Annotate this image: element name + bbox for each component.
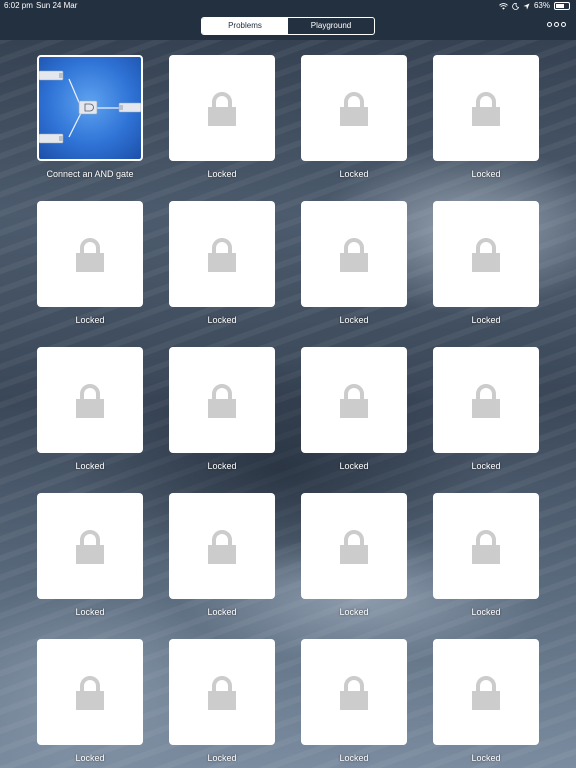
padlock-icon [472,530,500,564]
locked-tile-card[interactable] [301,55,407,161]
locked-tile-card[interactable] [301,201,407,307]
level-label: Locked [75,315,105,325]
locked-tile-card[interactable] [433,55,539,161]
padlock-icon [208,676,236,710]
battery-icon [554,2,570,10]
padlock-icon [76,384,104,418]
padlock-icon [76,530,104,564]
mode-segmented-control: Problems Playground [201,17,375,35]
padlock-icon [76,676,104,710]
padlock-icon [340,676,368,710]
padlock-icon [472,676,500,710]
locked-level-tile[interactable]: Locked [301,55,407,179]
level-label: Locked [339,753,369,763]
padlock-icon [208,384,236,418]
locked-tile-card[interactable] [169,347,275,453]
padlock-icon [208,530,236,564]
level-label: Locked [471,169,501,179]
locked-level-tile[interactable]: Locked [169,347,275,471]
and-gate-circuit-icon [39,70,141,144]
locked-tile-card[interactable] [433,639,539,745]
status-bar: 6:02 pm Sun 24 Mar 63% [0,0,576,12]
locked-level-tile[interactable]: Locked [301,493,407,617]
status-right-group: 63% [499,0,570,12]
locked-level-tile[interactable]: Locked [37,347,143,471]
locked-level-tile[interactable]: Locked [169,201,275,325]
status-date: Sun 24 Mar [36,1,78,10]
padlock-icon [340,92,368,126]
padlock-icon [472,384,500,418]
location-arrow-icon [523,2,530,10]
locked-level-tile[interactable]: Locked [169,55,275,179]
locked-level-tile[interactable]: Locked [433,347,539,471]
locked-tile-card[interactable] [301,347,407,453]
level-label: Locked [471,753,501,763]
locked-tile-card[interactable] [433,347,539,453]
padlock-icon [208,92,236,126]
padlock-icon [76,238,104,272]
locked-tile-card[interactable] [169,55,275,161]
segment-problems[interactable]: Problems [202,18,288,34]
level-label: Locked [471,315,501,325]
padlock-icon [340,238,368,272]
level-label: Locked [207,169,237,179]
level-label: Locked [75,607,105,617]
locked-tile-card[interactable] [169,201,275,307]
wifi-icon [499,2,508,10]
status-time: 6:02 pm [4,1,33,10]
locked-level-tile[interactable]: Locked [169,493,275,617]
navigation-bar: Problems Playground [0,12,576,40]
moon-icon [512,2,519,10]
locked-tile-card[interactable] [433,493,539,599]
level-thumbnail[interactable] [37,55,143,161]
level-label: Locked [207,607,237,617]
level-label: Locked [207,753,237,763]
level-label: Locked [471,461,501,471]
locked-level-tile[interactable]: Locked [433,201,539,325]
level-label: Locked [339,461,369,471]
locked-level-tile[interactable]: Locked [433,493,539,617]
padlock-icon [472,92,500,126]
level-label: Locked [339,607,369,617]
locked-level-tile[interactable]: Locked [37,201,143,325]
locked-tile-card[interactable] [433,201,539,307]
locked-level-tile[interactable]: Locked [433,639,539,763]
level-label: Connect an AND gate [46,169,134,179]
padlock-icon [208,238,236,272]
locked-tile-card[interactable] [37,639,143,745]
level-label: Locked [207,315,237,325]
padlock-icon [472,238,500,272]
locked-tile-card[interactable] [169,639,275,745]
level-label: Locked [471,607,501,617]
battery-percent: 63% [533,1,550,10]
locked-tile-card[interactable] [301,493,407,599]
locked-level-tile[interactable]: Locked [301,201,407,325]
level-label: Locked [207,461,237,471]
locked-level-tile[interactable]: Locked [37,493,143,617]
locked-level-tile[interactable]: Locked [169,639,275,763]
padlock-icon [340,384,368,418]
locked-tile-card[interactable] [169,493,275,599]
level-label: Locked [339,315,369,325]
level-label: Locked [75,753,105,763]
locked-level-tile[interactable]: Locked [37,639,143,763]
level-label: Locked [75,461,105,471]
padlock-icon [340,530,368,564]
locked-tile-card[interactable] [37,201,143,307]
locked-tile-card[interactable] [37,493,143,599]
segment-playground[interactable]: Playground [288,18,374,34]
level-grid: Connect an AND gate Locked Locked Locked Loc… [0,40,576,768]
locked-level-tile[interactable]: Locked [433,55,539,179]
locked-tile-card[interactable] [301,639,407,745]
level-label: Locked [339,169,369,179]
locked-level-tile[interactable]: Locked [301,347,407,471]
locked-level-tile[interactable]: Locked [301,639,407,763]
locked-tile-card[interactable] [37,347,143,453]
more-icon[interactable] [547,22,566,27]
level-tile-connect-and-gate[interactable]: Connect an AND gate [37,55,143,179]
